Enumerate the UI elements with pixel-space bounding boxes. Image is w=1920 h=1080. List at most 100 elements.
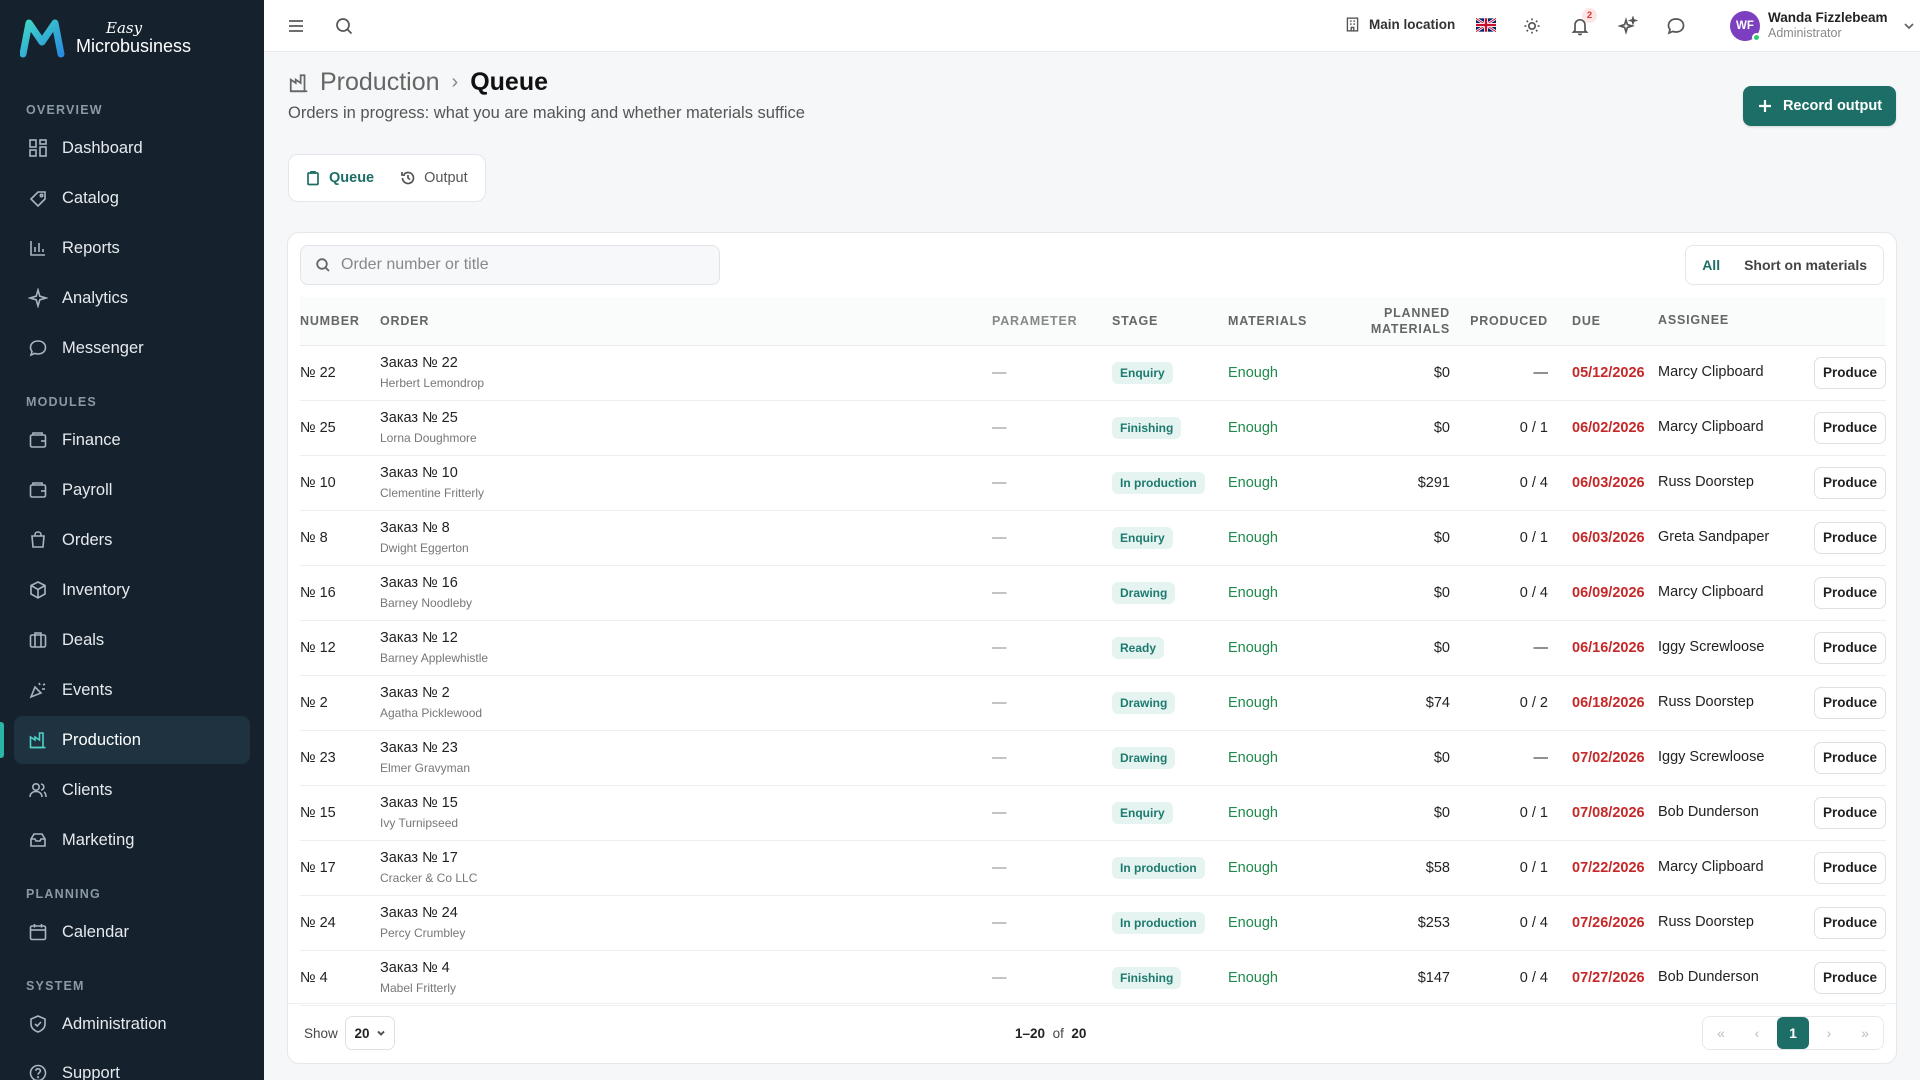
order-cell[interactable]: Заказ № 12 Barney Applewhistle	[380, 620, 992, 676]
sidebar-item-payroll[interactable]: Payroll	[14, 466, 250, 514]
menu-button[interactable]	[284, 14, 308, 38]
ai-assistant-button[interactable]	[1616, 14, 1640, 38]
table-row[interactable]: № 24 Заказ № 24 Percy Crumbley — In producti…	[300, 895, 1886, 951]
order-title[interactable]: Заказ № 2	[380, 684, 992, 702]
produce-button[interactable]: Produce	[1814, 466, 1886, 499]
sidebar-item-catalog[interactable]: Catalog	[14, 174, 250, 222]
table-row[interactable]: № 12 Заказ № 12 Barney Applewhistle — Ready E…	[300, 620, 1886, 676]
tab-output[interactable]: Output	[390, 160, 478, 196]
table-row[interactable]: № 10 Заказ № 10 Clementine Fritterly — In pr…	[300, 455, 1886, 511]
table-row[interactable]: № 16 Заказ № 16 Barney Noodleby — Drawing Eno…	[300, 565, 1886, 621]
order-cell[interactable]: Заказ № 15 Ivy Turnipseed	[380, 785, 992, 841]
location-selector[interactable]: Main location	[1344, 16, 1455, 33]
produce-button[interactable]: Produce	[1814, 631, 1886, 664]
col-produced[interactable]: PRODUCED	[1450, 297, 1548, 346]
order-title[interactable]: Заказ № 4	[380, 959, 992, 977]
sidebar-item-clients[interactable]: Clients	[14, 766, 250, 814]
col-parameter[interactable]: PARAMETER	[992, 297, 1112, 346]
order-title[interactable]: Заказ № 15	[380, 794, 992, 812]
col-planned-materials[interactable]: PLANNED MATERIALS	[1358, 297, 1450, 346]
stage-badge: In production	[1112, 911, 1205, 934]
order-cell[interactable]: Заказ № 16 Barney Noodleby	[380, 565, 992, 621]
record-output-button[interactable]: Record output	[1743, 86, 1896, 126]
col-order[interactable]: ORDER	[380, 297, 992, 346]
sidebar-item-dashboard[interactable]: Dashboard	[14, 124, 250, 172]
col-number[interactable]: NUMBER	[300, 297, 380, 346]
col-due[interactable]: DUE	[1548, 297, 1658, 346]
sidebar-item-events[interactable]: Events	[14, 666, 250, 714]
table-row[interactable]: № 22 Заказ № 22 Herbert Lemondrop — Enquiry E…	[300, 345, 1886, 401]
sidebar-item-calendar[interactable]: Calendar	[14, 908, 250, 956]
table-row[interactable]: № 8 Заказ № 8 Dwight Eggerton — Enquiry Enoug…	[300, 510, 1886, 566]
sidebar-item-production[interactable]: Production	[14, 716, 250, 764]
order-cell[interactable]: Заказ № 10 Clementine Fritterly	[380, 455, 992, 511]
col-materials[interactable]: MATERIALS	[1228, 297, 1358, 346]
order-title[interactable]: Заказ № 24	[380, 904, 992, 922]
order-cell[interactable]: Заказ № 8 Dwight Eggerton	[380, 510, 992, 566]
col-stage[interactable]: STAGE	[1112, 297, 1228, 346]
order-title[interactable]: Заказ № 8	[380, 519, 992, 537]
next-page-button[interactable]: ›	[1811, 1017, 1847, 1049]
order-cell[interactable]: Заказ № 2 Agatha Picklewood	[380, 675, 992, 731]
search-button[interactable]	[332, 14, 356, 38]
order-title[interactable]: Заказ № 16	[380, 574, 992, 592]
breadcrumb-parent[interactable]: Production	[320, 68, 440, 97]
filter-short-on-materials[interactable]: Short on materials	[1732, 249, 1879, 281]
first-page-button[interactable]: «	[1703, 1017, 1739, 1049]
theme-toggle[interactable]	[1520, 14, 1544, 38]
produce-button[interactable]: Produce	[1814, 961, 1886, 994]
produce-button[interactable]: Produce	[1814, 576, 1886, 609]
produce-button[interactable]: Produce	[1814, 411, 1886, 444]
order-title[interactable]: Заказ № 25	[380, 409, 992, 427]
user-menu[interactable]: WF Wanda Fizzlebeam Administrator	[1730, 10, 1916, 42]
produce-button[interactable]: Produce	[1814, 521, 1886, 554]
order-cell[interactable]: Заказ № 23 Elmer Gravyman	[380, 730, 992, 786]
order-title[interactable]: Заказ № 22	[380, 354, 992, 372]
table-row[interactable]: № 15 Заказ № 15 Ivy Turnipseed — Enquiry Enou…	[300, 785, 1886, 841]
order-title[interactable]: Заказ № 10	[380, 464, 992, 482]
produce-button[interactable]: Produce	[1814, 356, 1886, 389]
order-cell[interactable]: Заказ № 24 Percy Crumbley	[380, 895, 992, 951]
table-row[interactable]: № 4 Заказ № 4 Mabel Fritterly — Finishing Eno…	[300, 950, 1886, 1006]
order-title[interactable]: Заказ № 12	[380, 629, 992, 647]
sidebar-item-messenger[interactable]: Messenger	[14, 324, 250, 372]
order-title[interactable]: Заказ № 23	[380, 739, 992, 757]
produce-button[interactable]: Produce	[1814, 906, 1886, 939]
prev-page-button[interactable]: ‹	[1739, 1017, 1775, 1049]
sidebar-item-reports[interactable]: Reports	[14, 224, 250, 272]
sidebar-item-finance[interactable]: Finance	[14, 416, 250, 464]
sidebar-item-deals[interactable]: Deals	[14, 616, 250, 664]
order-search-input[interactable]	[341, 256, 701, 274]
order-title[interactable]: Заказ № 17	[380, 849, 992, 867]
page-button-current[interactable]: 1	[1777, 1017, 1809, 1049]
last-page-button[interactable]: »	[1847, 1017, 1883, 1049]
produce-button[interactable]: Produce	[1814, 741, 1886, 774]
inventory-icon	[30, 581, 46, 599]
sidebar-item-analytics[interactable]: Analytics	[14, 274, 250, 322]
page-size-select[interactable]: 20	[345, 1016, 395, 1050]
uk-flag-icon[interactable]	[1476, 18, 1496, 32]
table-row[interactable]: № 23 Заказ № 23 Elmer Gravyman — Drawing Enou…	[300, 730, 1886, 786]
sidebar-item-administration[interactable]: Administration	[14, 1000, 250, 1048]
table-row[interactable]: № 17 Заказ № 17 Cracker & Co LLC — In produc…	[300, 840, 1886, 896]
tab-queue[interactable]: Queue	[295, 160, 384, 196]
brand-logo[interactable]: Easy Microbusiness	[20, 18, 191, 58]
col-assignee[interactable]: ASSIGNEE	[1658, 297, 1792, 346]
sidebar-item-inventory[interactable]: Inventory	[14, 566, 250, 614]
produce-button[interactable]: Produce	[1814, 796, 1886, 829]
table-row[interactable]: № 25 Заказ № 25 Lorna Doughmore — Finishing E…	[300, 400, 1886, 456]
filter-all[interactable]: All	[1690, 249, 1732, 281]
produce-button[interactable]: Produce	[1814, 851, 1886, 884]
order-number: № 15	[300, 785, 380, 841]
sidebar-item-orders[interactable]: Orders	[14, 516, 250, 564]
order-cell[interactable]: Заказ № 22 Herbert Lemondrop	[380, 345, 992, 401]
produce-button[interactable]: Produce	[1814, 686, 1886, 719]
order-cell[interactable]: Заказ № 25 Lorna Doughmore	[380, 400, 992, 456]
sidebar-item-support[interactable]: Support	[14, 1049, 250, 1080]
order-cell[interactable]: Заказ № 4 Mabel Fritterly	[380, 950, 992, 1006]
sidebar-item-marketing[interactable]: Marketing	[14, 816, 250, 864]
order-cell[interactable]: Заказ № 17 Cracker & Co LLC	[380, 840, 992, 896]
due-date: 06/02/2026	[1548, 400, 1658, 456]
table-row[interactable]: № 2 Заказ № 2 Agatha Picklewood — Drawing Eno…	[300, 675, 1886, 731]
chat-button[interactable]	[1664, 14, 1688, 38]
